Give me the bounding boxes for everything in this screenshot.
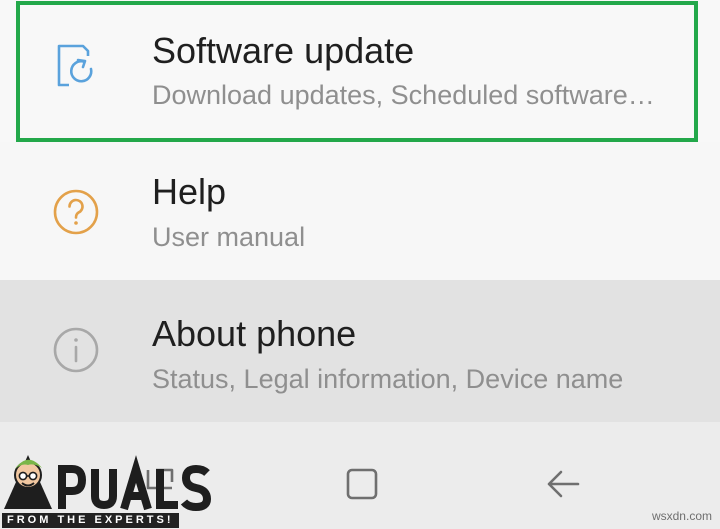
back-icon bbox=[547, 470, 580, 498]
settings-item-about-phone[interactable]: About phone Status, Legal information, D… bbox=[0, 280, 720, 422]
divider bbox=[140, 139, 685, 140]
settings-item-subtitle: Status, Legal information, Device name bbox=[152, 364, 624, 394]
settings-item-title: About phone bbox=[152, 313, 357, 354]
brand-logo: FROM THE EXPERTS! bbox=[0, 449, 215, 529]
settings-item-help[interactable]: Help User manual bbox=[0, 142, 720, 280]
settings-item-subtitle: Download updates, Scheduled software… bbox=[152, 80, 655, 110]
settings-item-software-update[interactable]: Software update Download updates, Schedu… bbox=[0, 0, 720, 142]
settings-item-title: Software update bbox=[152, 30, 415, 71]
settings-item-subtitle: User manual bbox=[152, 222, 306, 252]
back-button[interactable] bbox=[535, 456, 591, 512]
settings-item-title: Help bbox=[152, 171, 227, 212]
brand-mascot-logo bbox=[4, 455, 212, 511]
brand-tagline: FROM THE EXPERTS! bbox=[2, 513, 179, 528]
software-update-icon bbox=[57, 44, 93, 87]
settings-list: Software update Download updates, Schedu… bbox=[0, 0, 720, 422]
highlight-frame bbox=[16, 1, 698, 142]
watermark: wsxdn.com bbox=[651, 509, 712, 523]
home-icon bbox=[346, 468, 378, 500]
home-button[interactable] bbox=[334, 456, 390, 512]
info-icon bbox=[53, 327, 99, 373]
help-icon bbox=[53, 189, 99, 235]
